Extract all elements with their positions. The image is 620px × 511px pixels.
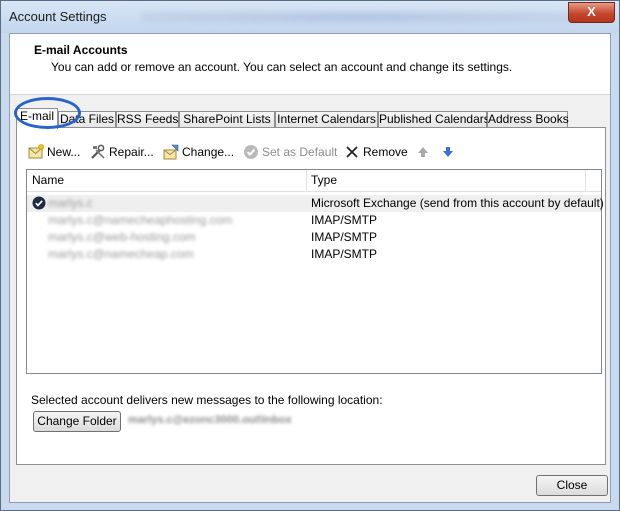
change-account-icon [163, 144, 179, 160]
move-up-button[interactable] [417, 144, 429, 160]
tab-sharepoint-lists[interactable]: SharePoint Lists [179, 111, 275, 128]
repair-tools-icon [91, 144, 105, 159]
account-name: marlys.c@namecheaphosting.com [48, 213, 233, 227]
account-name: marlys.c [48, 196, 93, 210]
email-tab-panel: New... Repair... Change... Set as Defaul… [16, 127, 606, 465]
header-subtitle: You can add or remove an account. You ca… [51, 60, 513, 74]
title-bar: Account Settings X [1, 1, 619, 33]
account-row[interactable]: marlys.c Microsoft Exchange (send from t… [27, 195, 604, 212]
account-type: Microsoft Exchange (send from this accou… [311, 196, 604, 210]
account-type: IMAP/SMTP [311, 230, 378, 244]
checkmark-circle-icon [244, 145, 258, 159]
dialog-body: E-mail Accounts You can add or remove an… [9, 33, 611, 503]
default-account-check-icon [32, 196, 46, 210]
new-account-icon [28, 144, 44, 159]
set-as-default-label: Set as Default [262, 145, 338, 159]
delivery-location-label: Selected account delivers new messages t… [31, 393, 383, 407]
account-type: IMAP/SMTP [311, 247, 378, 261]
dialog-header: E-mail Accounts You can add or remove an… [10, 34, 610, 95]
repair-button-label: Repair... [109, 145, 154, 159]
account-row[interactable]: marlys.c@namecheap.com IMAP/SMTP [27, 246, 601, 263]
column-header-type[interactable]: Type [306, 170, 586, 191]
account-settings-window: Account Settings X E-mail Accounts You c… [0, 0, 620, 511]
change-button-label: Change... [182, 145, 235, 159]
delivery-folder-path: marlys.c@ezonc3000.out\Inbox [128, 414, 292, 426]
window-title: Account Settings [9, 9, 107, 24]
tab-internet-calendars[interactable]: Internet Calendars [275, 111, 378, 128]
tab-published-calendars[interactable]: Published Calendars [378, 111, 490, 128]
change-folder-button[interactable]: Change Folder [33, 411, 121, 432]
account-type: IMAP/SMTP [311, 213, 378, 227]
title-bar-background [141, 12, 581, 22]
arrow-down-icon [443, 147, 453, 157]
move-down-button[interactable] [442, 144, 454, 160]
close-button[interactable]: Close [536, 475, 608, 496]
highlight-circle [14, 97, 81, 129]
arrow-up-icon [418, 147, 428, 157]
account-name: marlys.c@web-hosting.com [48, 230, 196, 244]
list-header: Name Type [27, 170, 601, 192]
remove-x-icon [346, 146, 358, 158]
window-close-button[interactable]: X [568, 2, 615, 23]
tab-address-books[interactable]: Address Books [487, 111, 569, 128]
column-header-name[interactable]: Name [27, 170, 306, 191]
account-row[interactable]: marlys.c@web-hosting.com IMAP/SMTP [27, 229, 601, 246]
column-divider[interactable] [585, 170, 586, 191]
header-title: E-mail Accounts [34, 43, 128, 57]
account-name: marlys.c@namecheap.com [48, 247, 194, 261]
account-row[interactable]: marlys.c@namecheaphosting.com IMAP/SMTP [27, 212, 601, 229]
remove-button-label: Remove [363, 145, 408, 159]
new-button-label: New... [47, 145, 81, 159]
tab-rss-feeds[interactable]: RSS Feeds [116, 111, 179, 128]
account-list[interactable]: Name Type marlys.c Microsoft Exchange (s… [26, 169, 604, 374]
